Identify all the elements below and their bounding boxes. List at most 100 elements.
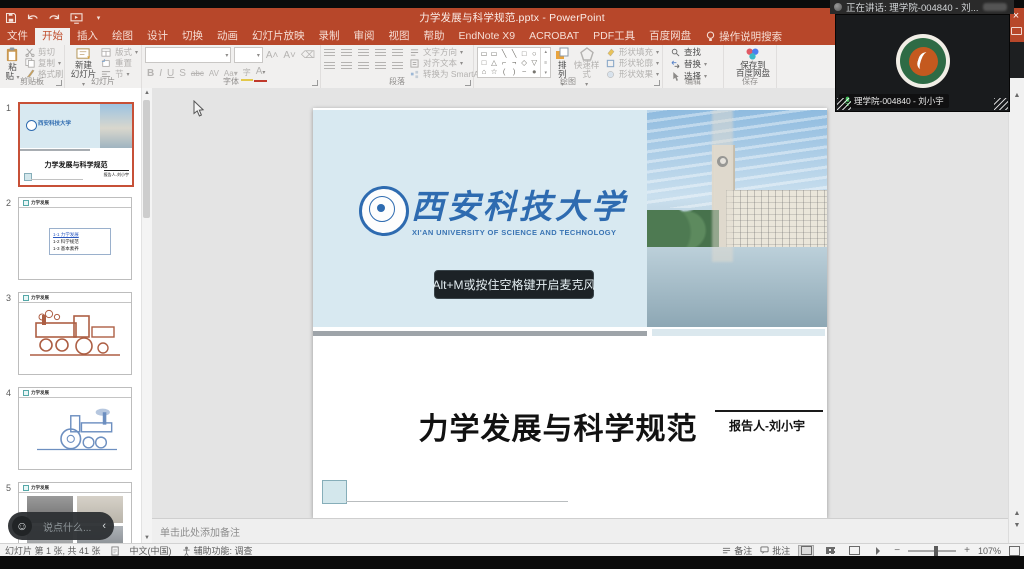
bottom-black-bar [0, 556, 1024, 569]
tab-endnote[interactable]: EndNote X9 [452, 28, 523, 45]
drawing-dialog-launcher[interactable] [654, 80, 660, 86]
tab-baidu-netdisk[interactable]: 百度网盘 [642, 28, 698, 45]
notes-pane[interactable]: 单击此处添加备注 [152, 518, 1008, 544]
tell-me-search[interactable]: 操作说明搜索 [698, 28, 790, 45]
align-left-icon[interactable] [324, 62, 335, 71]
thumb-presenter: 报告人-刘小宇 [104, 170, 129, 178]
bullets-icon[interactable] [324, 49, 335, 58]
participant-name-badge: 理学院-004840 - 刘小宇 [839, 94, 949, 108]
tab-insert[interactable]: 插入 [70, 28, 105, 45]
zoom-out-button[interactable]: − [894, 545, 900, 556]
shapes-gallery-scroll[interactable]: ▴≡▾ [540, 48, 550, 77]
increase-indent-icon[interactable] [375, 49, 386, 58]
tab-help[interactable]: 帮助 [417, 28, 452, 45]
font-size-combo[interactable]: ▾ [234, 47, 262, 63]
paragraph-dialog-launcher[interactable] [465, 80, 471, 86]
shape-fill-button[interactable]: 形状填充 ▾ [605, 47, 659, 57]
align-center-icon[interactable] [341, 62, 352, 71]
tab-pdf-tools[interactable]: PDF工具 [586, 28, 642, 45]
columns-icon[interactable] [392, 62, 403, 71]
group-save: 保存到百度网盘 保存 [724, 45, 777, 88]
next-slide-icon[interactable]: ▼ [1009, 522, 1024, 529]
thumbnail-slide-2[interactable]: 力学发展 1-1 力学发展 1-2 科学规范 1-3 基本素养 [18, 197, 132, 280]
justify-icon[interactable] [375, 62, 386, 71]
copy-button[interactable]: 复制 ▾ [24, 58, 64, 68]
tab-view[interactable]: 视图 [382, 28, 417, 45]
find-button[interactable]: 查找 [670, 47, 707, 57]
view-reading-button[interactable] [846, 545, 862, 557]
group-label-save: 保存 [724, 76, 776, 87]
tab-draw[interactable]: 绘图 [105, 28, 140, 45]
shape-outline-button[interactable]: 形状轮廓 ▾ [605, 58, 659, 68]
thumb-header-icon [23, 200, 29, 206]
scrollbar-thumb[interactable] [143, 100, 150, 218]
editor-vertical-scrollbar[interactable]: ▲ ▲ ▼ [1008, 78, 1024, 543]
scroll-up-icon[interactable]: ▲ [1009, 92, 1024, 99]
share-comments-icon[interactable] [1011, 27, 1022, 35]
decrease-font-icon[interactable]: A˅ [281, 49, 298, 62]
align-right-icon[interactable] [358, 62, 369, 71]
university-name-cn[interactable]: 西安科技大学 [411, 180, 641, 228]
banner-separator-right [652, 329, 825, 336]
group-label-drawing: 绘图 [474, 76, 662, 87]
tab-animations[interactable]: 动画 [210, 28, 245, 45]
numbering-icon[interactable] [341, 49, 352, 58]
chat-quick-bar[interactable]: ☺ 说点什么... ‹ [8, 512, 114, 540]
chat-input-placeholder[interactable]: 说点什么... [32, 519, 102, 534]
resize-handle[interactable] [994, 98, 1008, 110]
collapse-chevron-icon[interactable]: ‹ [102, 520, 106, 532]
zoom-slider[interactable] [908, 550, 956, 552]
clipboard-dialog-launcher[interactable] [56, 80, 62, 86]
zoom-level[interactable]: 107% [978, 546, 1001, 556]
thumb-header-icon [23, 390, 29, 396]
tab-file[interactable]: 文件 [0, 28, 35, 45]
tab-review[interactable]: 审阅 [347, 28, 382, 45]
view-normal-button[interactable] [798, 545, 814, 557]
thumbnail-scrollbar[interactable]: ▲ ▼ [141, 88, 152, 543]
cut-button[interactable]: 剪切 [24, 47, 64, 57]
replace-button[interactable]: 替换 ▾ [670, 59, 707, 69]
fit-slide-to-window-icon[interactable] [1009, 546, 1020, 556]
university-name-en[interactable]: XI'AN UNIVERSITY OF SCIENCE AND TECHNOLO… [412, 228, 616, 237]
decrease-indent-icon[interactable] [358, 49, 369, 58]
align-text-icon [409, 58, 420, 68]
participant-video-window[interactable]: 理学院-004840 - 刘小宇 [835, 14, 1010, 112]
tab-home[interactable]: 开始 [35, 28, 70, 45]
save-to-baidu-button[interactable]: 保存到百度网盘 [736, 47, 770, 77]
slide-title[interactable]: 力学发展与科学规范 [413, 404, 703, 448]
tab-acrobat[interactable]: ACROBAT [522, 28, 586, 45]
view-slideshow-button[interactable] [870, 545, 886, 557]
zoom-slider-thumb[interactable] [934, 546, 938, 556]
steam-engine-drawing [37, 402, 117, 458]
font-name-combo[interactable]: ▾ [145, 47, 231, 63]
shapes-gallery[interactable]: ▭▭╲╲□○ □△⌐¬◇▽ ⌂☆()~● ▴≡▾ [477, 47, 551, 78]
tab-record[interactable]: 录制 [312, 28, 347, 45]
line-spacing-icon[interactable] [392, 49, 403, 58]
baidu-netdisk-icon [744, 47, 761, 61]
scroll-up-icon[interactable]: ▲ [142, 90, 152, 96]
notes-placeholder[interactable]: 单击此处添加备注 [160, 524, 240, 539]
shape-glyphs[interactable]: ▭▭╲╲□○ □△⌐¬◇▽ ⌂☆()~● [478, 48, 540, 77]
slide-thumbnail-panel: 1 西安科技大学 力学发展与科学规范 报告人-刘小宇 2 力学发展 1-1 力学… [0, 88, 153, 543]
tab-transitions[interactable]: 切换 [175, 28, 210, 45]
clear-formatting-icon[interactable]: ⌫ [299, 49, 317, 62]
previous-slide-icon[interactable]: ▲ [1009, 510, 1024, 517]
emoji-icon[interactable]: ☺ [12, 516, 32, 536]
proofing-status-icon[interactable] [111, 546, 120, 556]
increase-font-icon[interactable]: A˄ [264, 49, 281, 62]
thumbnail-slide-4[interactable]: 力学发展 [18, 387, 132, 470]
thumbnail-slide-3[interactable]: 力学发展 [18, 292, 132, 375]
font-dialog-launcher[interactable] [312, 80, 318, 86]
new-slide-icon [76, 47, 91, 61]
slide-canvas[interactable]: 西安科技大学 XI'AN UNIVERSITY OF SCIENCE AND T… [313, 108, 827, 518]
presenter-name[interactable]: 报告人-刘小宇 [709, 417, 825, 434]
thumbnail-slide-1[interactable]: 西安科技大学 力学发展与科学规范 报告人-刘小宇 [18, 102, 134, 187]
resize-handle[interactable] [837, 98, 851, 110]
layout-button[interactable]: 版式 ▾ [101, 47, 138, 57]
view-slide-sorter-button[interactable] [822, 545, 838, 557]
tab-design[interactable]: 设计 [140, 28, 175, 45]
scroll-down-icon[interactable]: ▼ [142, 535, 152, 541]
reset-button[interactable]: 重置 [101, 58, 138, 68]
tab-slideshow[interactable]: 幻灯片放映 [245, 28, 312, 45]
zoom-in-button[interactable]: + [964, 545, 970, 556]
